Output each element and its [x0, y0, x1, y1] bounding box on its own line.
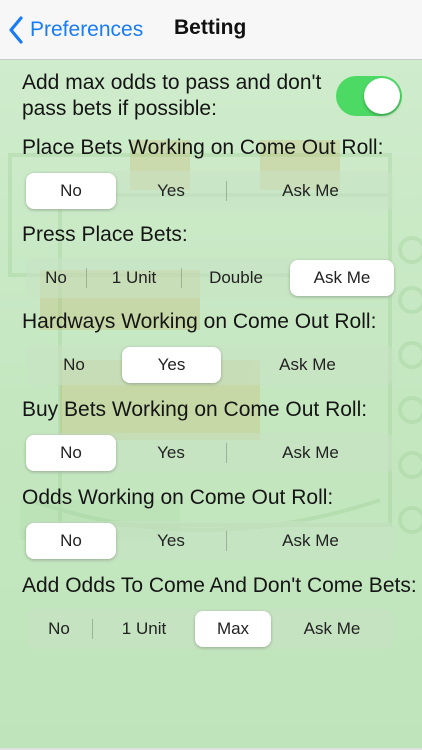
page-title: Betting [174, 16, 247, 39]
buy-bets-label: Buy Bets Working on Come Out Roll: [22, 398, 368, 421]
come-odds-option-ask-me[interactable]: Ask Me [271, 609, 393, 649]
odds-working-option-no[interactable]: No [26, 523, 116, 559]
come-odds-option-1-unit[interactable]: 1 Unit [93, 609, 195, 649]
press-place-option-double[interactable]: Double [182, 258, 290, 298]
toggle-knob [364, 78, 400, 114]
hardways-option-no[interactable]: No [26, 345, 122, 385]
odds-working-option-ask-me[interactable]: Ask Me [227, 521, 394, 561]
odds-working-option-yes[interactable]: Yes [116, 521, 226, 561]
max-odds-toggle[interactable] [336, 76, 402, 116]
chevron-left-icon [9, 16, 23, 44]
odds-working-segmented-control[interactable]: No Yes Ask Me [26, 521, 394, 561]
place-bets-option-no[interactable]: No [26, 173, 116, 209]
max-odds-label: Add max odds to pass and don't pass bets… [22, 71, 322, 120]
settings-content: Add max odds to pass and don't pass bets… [0, 60, 422, 750]
place-bets-option-ask-me[interactable]: Ask Me [227, 171, 394, 211]
place-bets-segmented-control[interactable]: No Yes Ask Me [26, 171, 394, 211]
place-bets-option-yes[interactable]: Yes [116, 171, 226, 211]
come-odds-label: Add Odds To Come And Don't Come Bets: [22, 574, 417, 597]
back-button-label: Preferences [30, 18, 144, 41]
buy-bets-option-no[interactable]: No [26, 435, 116, 471]
press-place-segmented-control[interactable]: No 1 Unit Double Ask Me [26, 258, 394, 298]
come-odds-option-max[interactable]: Max [195, 611, 271, 647]
press-place-option-ask-me[interactable]: Ask Me [290, 260, 394, 296]
back-button[interactable]: Preferences [8, 14, 143, 46]
press-place-option-1-unit[interactable]: 1 Unit [87, 258, 181, 298]
place-bets-label: Place Bets Working on Come Out Roll: [22, 136, 384, 159]
buy-bets-option-yes[interactable]: Yes [116, 433, 226, 473]
hardways-segmented-control[interactable]: No Yes Ask Me [26, 345, 394, 385]
buy-bets-option-ask-me[interactable]: Ask Me [227, 433, 394, 473]
come-odds-option-no[interactable]: No [26, 609, 92, 649]
buy-bets-segmented-control[interactable]: No Yes Ask Me [26, 433, 394, 473]
press-place-option-no[interactable]: No [26, 258, 86, 298]
hardways-label: Hardways Working on Come Out Roll: [22, 310, 377, 333]
press-place-bets-label: Press Place Bets: [22, 223, 188, 246]
navigation-bar: Preferences Betting [0, 0, 422, 60]
come-odds-segmented-control[interactable]: No 1 Unit Max Ask Me [26, 609, 394, 649]
hardways-option-ask-me[interactable]: Ask Me [221, 345, 394, 385]
hardways-option-yes[interactable]: Yes [122, 347, 221, 383]
odds-working-label: Odds Working on Come Out Roll: [22, 486, 334, 509]
